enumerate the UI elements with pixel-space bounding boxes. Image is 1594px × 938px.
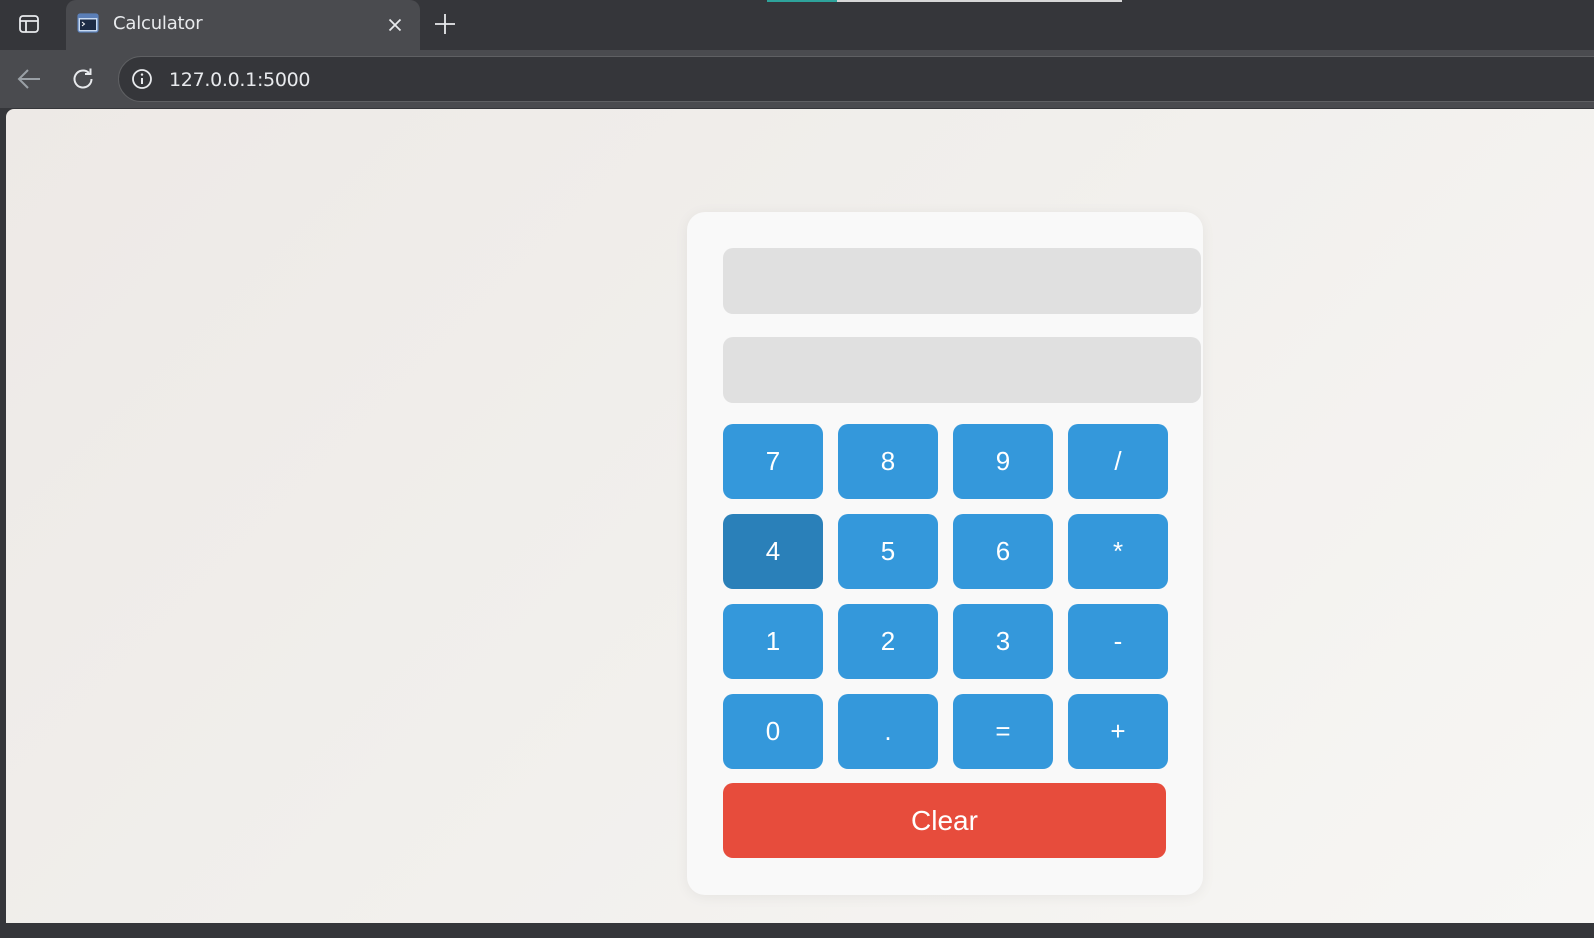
loading-bar-track [837, 0, 1122, 2]
key-9-button[interactable]: 9 [953, 424, 1053, 499]
key-multiply-button[interactable]: * [1068, 514, 1168, 589]
back-arrow-icon[interactable] [12, 62, 46, 96]
key-subtract-button[interactable]: - [1068, 604, 1168, 679]
calculator: 7 8 9/ 4 5 6 * 1 2 3- 0. = + Clear [687, 212, 1203, 895]
reload-icon[interactable] [66, 62, 100, 96]
tab-sidebar-icon[interactable] [12, 8, 46, 40]
key-3-button[interactable]: 3 [953, 604, 1053, 679]
close-icon[interactable] [384, 14, 406, 36]
window-bottom-edge [0, 923, 1594, 938]
tab-strip: Calculator [0, 0, 1594, 50]
key-7-button[interactable]: 7 [723, 424, 823, 499]
key-4-button[interactable]: 4 [723, 514, 823, 589]
clear-button[interactable]: Clear [723, 783, 1166, 858]
tab-title: Calculator [113, 13, 203, 34]
key-divide-button[interactable]: / [1068, 424, 1168, 499]
terminal-window-icon [77, 13, 99, 33]
result-display[interactable] [723, 337, 1201, 403]
key-5-button[interactable]: 5 [838, 514, 938, 589]
page-viewport: 7 8 9/ 4 5 6 * 1 2 3- 0. = + Clear [6, 109, 1594, 923]
browser-toolbar: 127.0.0.1:5000 [0, 50, 1594, 108]
key-add-button[interactable]: + [1068, 694, 1168, 769]
expression-display[interactable] [723, 248, 1201, 314]
plus-icon[interactable] [430, 9, 460, 39]
tab-calculator[interactable]: Calculator [66, 0, 420, 50]
url-text[interactable]: 127.0.0.1:5000 [169, 69, 311, 91]
key-6-button[interactable]: 6 [953, 514, 1053, 589]
key-2-button[interactable]: 2 [838, 604, 938, 679]
key-8-button[interactable]: 8 [838, 424, 938, 499]
key-0-button[interactable]: 0 [723, 694, 823, 769]
info-circle-icon[interactable] [129, 66, 155, 92]
key-equals-button[interactable]: = [953, 694, 1053, 769]
key-decimal-button[interactable]: . [838, 694, 938, 769]
address-bar[interactable]: 127.0.0.1:5000 [118, 56, 1594, 102]
loading-bar-accent [767, 0, 837, 2]
key-1-button[interactable]: 1 [723, 604, 823, 679]
